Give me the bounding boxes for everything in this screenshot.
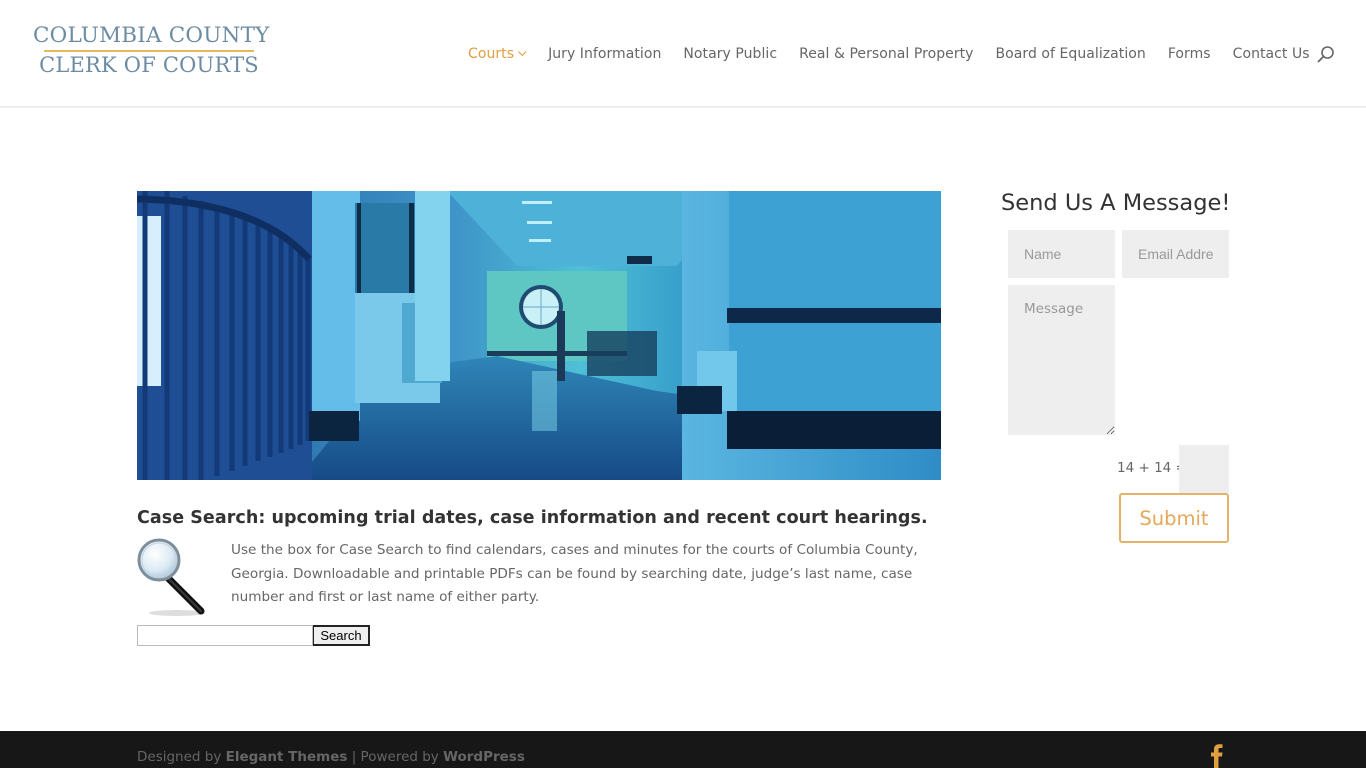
nav-item-label: Courts bbox=[468, 46, 515, 62]
site-header: COLUMBIA COUNTY CLERK OF COURTS Courts J… bbox=[0, 0, 1366, 107]
captcha-field[interactable] bbox=[1179, 445, 1229, 493]
nav-item-real-personal-property[interactable]: Real & Personal Property bbox=[799, 46, 973, 62]
courthouse-hallway-image bbox=[137, 191, 941, 480]
nav-item-contact-us[interactable]: Contact Us bbox=[1233, 46, 1310, 62]
search-icon[interactable] bbox=[1317, 45, 1335, 63]
nav-item-label: Forms bbox=[1167, 46, 1211, 62]
nav-item-label: Notary Public bbox=[683, 46, 778, 62]
case-search-description: Use the box for Case Search to find cale… bbox=[231, 542, 918, 605]
case-search-form: Search bbox=[137, 625, 370, 646]
message-field[interactable] bbox=[1008, 285, 1115, 435]
railing bbox=[137, 191, 312, 480]
captcha-label: 14 + 14 = bbox=[1117, 460, 1187, 476]
nav-item-courts[interactable]: Courts bbox=[468, 46, 527, 62]
magnifying-glass-icon bbox=[137, 538, 205, 616]
site-logo[interactable]: COLUMBIA COUNTY CLERK OF COURTS bbox=[33, 23, 270, 82]
case-search-title: Case Search: upcoming trial dates, case … bbox=[137, 508, 928, 528]
email-field[interactable] bbox=[1122, 230, 1229, 278]
nav-item-label: Board of Equalization bbox=[995, 46, 1146, 62]
case-search-input[interactable] bbox=[137, 625, 313, 646]
nav-item-jury-information[interactable]: Jury Information bbox=[548, 46, 661, 62]
footer-designed-by: Designed by bbox=[137, 749, 226, 765]
footer-credits: Designed by Elegant Themes | Powered by … bbox=[137, 749, 525, 765]
hero-image bbox=[137, 191, 941, 480]
footer-designer-link[interactable]: Elegant Themes bbox=[226, 749, 348, 765]
logo-line-1: COLUMBIA COUNTY bbox=[33, 23, 270, 48]
submit-button[interactable]: Submit bbox=[1119, 493, 1229, 543]
nav-item-forms[interactable]: Forms bbox=[1168, 46, 1211, 62]
facebook-icon[interactable] bbox=[1209, 744, 1225, 768]
main-nav: Courts Jury Information Notary Public Re… bbox=[468, 44, 1332, 64]
nav-item-label: Real & Personal Property bbox=[799, 46, 974, 62]
nav-item-board-of-equalization[interactable]: Board of Equalization bbox=[996, 46, 1146, 62]
footer-separator: | Powered by bbox=[347, 749, 444, 765]
nav-item-label: Contact Us bbox=[1232, 46, 1310, 62]
name-field[interactable] bbox=[1008, 230, 1115, 278]
nav-item-label: Jury Information bbox=[548, 46, 662, 62]
footer-platform-link[interactable]: WordPress bbox=[443, 749, 525, 765]
logo-divider bbox=[44, 50, 254, 52]
chevron-down-icon bbox=[518, 47, 527, 57]
case-search-button[interactable]: Search bbox=[313, 625, 370, 646]
nav-item-notary-public[interactable]: Notary Public bbox=[683, 46, 777, 62]
logo-line-2: CLERK OF COURTS bbox=[39, 53, 259, 77]
contact-form-title: Send Us A Message! bbox=[1001, 190, 1231, 216]
site-footer: Designed by Elegant Themes | Powered by … bbox=[0, 731, 1366, 768]
